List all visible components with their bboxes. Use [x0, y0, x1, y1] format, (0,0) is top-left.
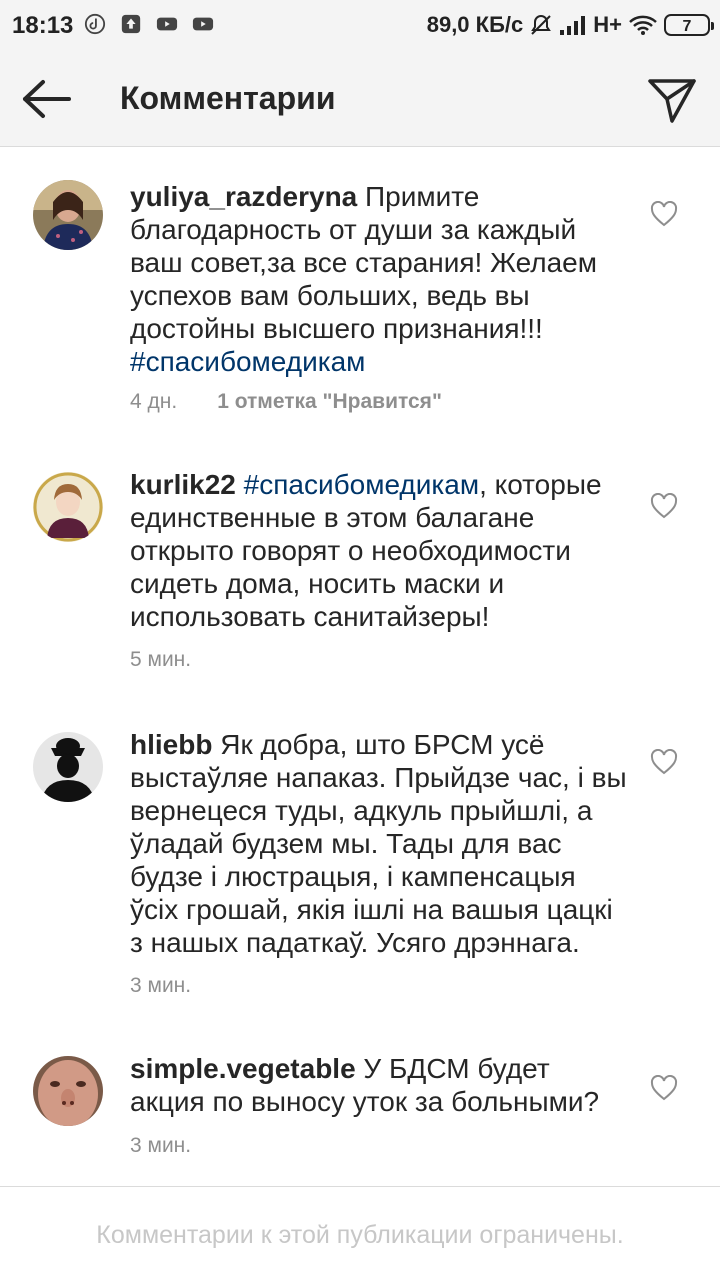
like-button[interactable] — [648, 490, 680, 522]
status-bar: 18:13 89,0 КБ/с H+ 7 — [0, 0, 720, 52]
avatar[interactable] — [33, 732, 103, 802]
comment-text: simple.vegetable У БДСМ будет акция по в… — [130, 1052, 630, 1118]
network-type: H+ — [593, 12, 622, 37]
comment-meta: 3 мин. — [130, 1134, 191, 1158]
youtube-icon — [156, 17, 178, 31]
comment-time: 3 мин. — [130, 974, 192, 997]
likes-count[interactable]: 1 отметка "Нравится" — [217, 390, 442, 413]
status-time: 18:13 — [12, 12, 74, 39]
comment-username[interactable]: hliebb — [130, 729, 212, 760]
comment-time: 5 мин. — [130, 648, 192, 671]
comment-text: kurlik22 #спасибомедикам, которые единст… — [130, 468, 630, 633]
page-title: Комментарии — [120, 80, 336, 116]
heart-icon — [650, 493, 678, 519]
avatar[interactable] — [33, 180, 103, 250]
status-right: 89,0 КБ/с H+ 7 — [426, 12, 714, 38]
comment-text: hliebb Як добра, што БРСМ усё выстаўляе … — [130, 728, 630, 959]
network-speed: 89,0 КБ/с — [426, 12, 524, 37]
comment-time: 4 дн. — [130, 390, 178, 413]
wifi-icon — [629, 15, 657, 35]
comment-meta: 5 мин. — [130, 648, 191, 672]
arrow-left-icon — [23, 80, 71, 118]
comment-username[interactable]: yuliya_razderyna — [130, 181, 357, 212]
notification-icons — [84, 13, 214, 35]
comment-meta: 3 мин. — [130, 974, 191, 998]
mute-icon — [531, 14, 552, 35]
avatar[interactable] — [33, 472, 103, 542]
comment-username[interactable]: kurlik22 — [130, 469, 236, 500]
comments-restricted-footer: Комментарии к этой публикации ограничены… — [0, 1186, 720, 1281]
signal-icon — [560, 16, 586, 35]
heart-icon — [650, 201, 678, 227]
tiktok-icon — [84, 13, 106, 35]
send-icon — [648, 79, 696, 123]
avatar[interactable] — [33, 1056, 103, 1126]
comments-restricted-text: Комментарии к этой публикации ограничены… — [96, 1221, 624, 1249]
hashtag-link[interactable]: #спасибомедикам — [244, 469, 479, 500]
comment-meta: 4 дн. 1 отметка "Нравится" — [130, 390, 442, 414]
youtube-icon — [192, 17, 214, 31]
comment-body: Як добра, што БРСМ усё выстаўляе напаказ… — [130, 729, 627, 958]
battery-icon: 7 — [664, 14, 714, 36]
app-header: Комментарии — [0, 52, 720, 147]
hashtag-link[interactable]: #спасибомедикам — [130, 346, 365, 377]
back-button[interactable] — [18, 74, 74, 124]
upload-icon — [121, 14, 141, 34]
heart-icon — [650, 1075, 678, 1101]
share-button[interactable] — [644, 72, 700, 128]
like-button[interactable] — [648, 746, 680, 778]
like-button[interactable] — [648, 198, 680, 230]
comment-username[interactable]: simple.vegetable — [130, 1053, 356, 1084]
like-button[interactable] — [648, 1072, 680, 1104]
heart-icon — [650, 749, 678, 775]
comment-text: yuliya_razderyna Примите благодарность о… — [130, 180, 630, 378]
comment-time: 3 мин. — [130, 1134, 192, 1157]
